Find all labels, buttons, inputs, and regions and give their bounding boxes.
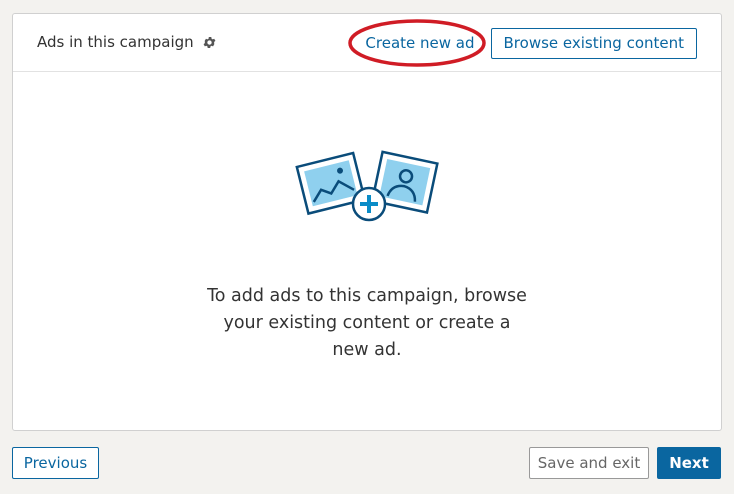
campaign-ads-page: Ads in this campaign Create new ad Brows… — [0, 0, 734, 494]
browse-existing-content-button[interactable]: Browse existing content — [490, 27, 697, 59]
create-new-ad-button[interactable]: Create new ad — [348, 19, 487, 67]
gear-icon[interactable] — [202, 34, 218, 50]
empty-state: To add ads to this campaign, browse your… — [13, 149, 721, 364]
header-actions: Create new ad Browse existing content — [348, 19, 697, 67]
add-image-icon — [295, 150, 439, 222]
previous-button[interactable]: Previous — [12, 447, 99, 479]
card-title-wrap: Ads in this campaign — [37, 33, 218, 51]
card-header: Ads in this campaign Create new ad Brows… — [13, 14, 721, 72]
next-button[interactable]: Next — [657, 447, 721, 479]
card-title: Ads in this campaign — [37, 33, 194, 51]
empty-state-message: To add ads to this campaign, browse your… — [207, 286, 527, 360]
create-new-ad-label: Create new ad — [365, 34, 475, 52]
save-and-exit-button[interactable]: Save and exit — [529, 447, 649, 479]
ads-card: Ads in this campaign Create new ad Brows… — [12, 13, 722, 431]
